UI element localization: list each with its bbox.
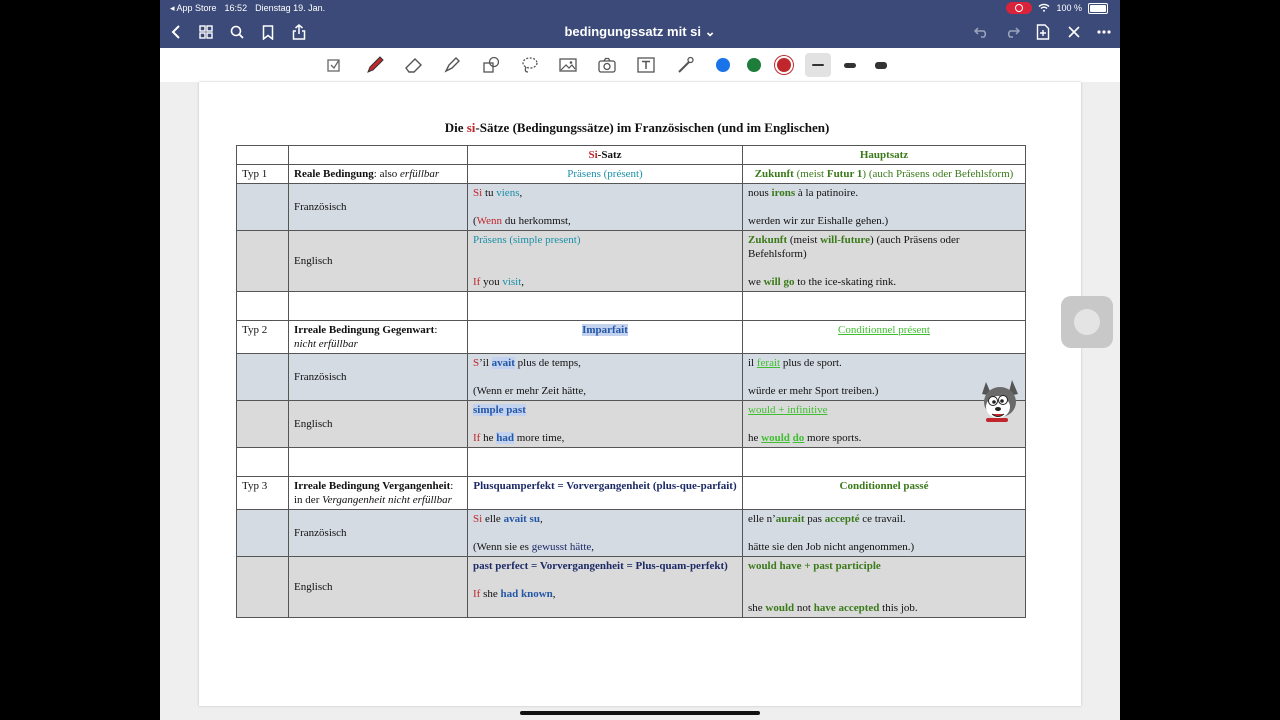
type-label: Typ 2 [236,320,289,354]
table-row: Typ 3 Irreale Bedingung Vergangenheit: i… [236,476,1026,510]
close-icon[interactable] [1064,22,1084,42]
table-row: Französisch S’il avait plus de temps, (We… [236,353,1026,401]
table-header-row: Si-Satz Hauptsatz [236,145,1026,165]
si-tense-cell: Plusquamperfekt = Vorvergangenheit (plus… [467,476,743,510]
si-tense-cell: Präsens (présent) [467,164,743,184]
status-date: Dienstag 19. Jan. [255,3,326,13]
main-tense-cell: Conditionnel présent [742,320,1026,354]
example-si-cell: past perfect = Vorvergangenheit = Plus-q… [467,556,743,618]
table-row: Typ 1 Reale Bedingung: also erfüllbar Pr… [236,164,1026,184]
shapes-icon[interactable] [479,54,503,76]
si-satz-header: Si-Satz [467,145,743,165]
language-label: Englisch [288,230,468,292]
lasso-icon[interactable] [518,54,542,76]
example-si-cell: S’il avait plus de temps, (Wenn er mehr Z… [467,353,743,401]
main-tense-cell: Zukunft (meist Futur 1) (auch Präsens od… [742,164,1026,184]
ipad-screen: ◂ App Store 16:52 Dienstag 19. Jan. 100 … [160,0,1120,720]
color-red-swatch[interactable] [777,58,791,72]
home-indicator[interactable] [520,711,760,715]
color-blue-swatch[interactable] [716,58,730,72]
language-label: Französisch [288,183,468,231]
table-row: Englisch simple past If he had more time,… [236,400,1026,448]
table-row: Französisch Si tu viens, (Wenn du herkomm… [236,183,1026,231]
text-box-icon[interactable] [634,54,658,76]
document-canvas[interactable]: Die si-Sätze (Bedingungssätze) im Franzö… [160,82,1120,720]
page-heading: Die si-Sätze (Bedingungssätze) im Franzö… [444,120,830,135]
language-label: Französisch [288,353,468,401]
nav-bar: bedingungssatz mit si ⌄ [160,16,1120,48]
example-main-cell: nous irons à la patinoire. werden wir zur… [742,183,1026,231]
example-si-cell: simple past If he had more time, [467,400,743,448]
si-tense-cell: Imparfait [467,320,743,354]
stroke-thin-button[interactable] [805,53,831,77]
main-tense-cell: Conditionnel passé [742,476,1026,510]
status-bar: ◂ App Store 16:52 Dienstag 19. Jan. 100 … [160,0,1120,16]
back-to-app-link[interactable]: ◂ App Store [170,3,217,14]
battery-percent: 100 % [1056,3,1082,13]
stroke-thick-button[interactable] [868,53,894,77]
highlighter-icon[interactable] [440,54,464,76]
read-only-icon[interactable] [322,54,346,76]
stroke-medium-button[interactable] [837,53,863,77]
drawing-toolbar [160,48,1120,83]
condition-cell: Irreale Bedingung Vergangenheit: in der … [288,476,468,510]
table-row: Französisch Si elle avait su, (Wenn sie e… [236,509,1026,557]
table-row: Englisch Präsens (simple present) If you … [236,230,1026,292]
example-main-cell: elle n’aurait pas accepté ce travail. hät… [742,509,1026,557]
document-page: Die si-Sätze (Bedingungssätze) im Franzö… [199,82,1081,706]
spacer-row [236,291,1026,321]
condition-cell: Reale Bedingung: also erfüllbar [288,164,468,184]
redo-icon[interactable] [1002,22,1022,42]
undo-icon[interactable] [972,22,992,42]
spacer-row [236,447,1026,477]
si-saetze-table: Si-Satz Hauptsatz Typ 1 Reale Bedingung:… [236,145,1026,618]
table-row: Englisch past perfect = Vorvergangenheit… [236,556,1026,618]
eraser-icon[interactable] [402,54,426,76]
type-label: Typ 1 [236,164,289,184]
example-si-cell: Si elle avait su, (Wenn sie es gewusst hä… [467,509,743,557]
dog-mascot-icon [982,380,1018,422]
example-main-cell: Zukunft (meist will-future) (auch Präsen… [742,230,1026,292]
language-label: Englisch [288,556,468,618]
language-label: Französisch [288,509,468,557]
example-main-cell: would have + past participle she would no… [742,556,1026,618]
language-label: Englisch [288,400,468,448]
add-page-icon[interactable] [1033,22,1053,42]
status-time: 16:52 [224,3,248,13]
pen-icon[interactable] [363,54,387,76]
example-si-cell: Präsens (simple present) If you visit, [467,230,743,292]
hauptsatz-header: Hauptsatz [742,145,1026,165]
color-green-swatch[interactable] [747,58,761,72]
wifi-icon [1038,3,1050,14]
condition-cell: Irreale Bedingung Gegenwart: nicht erfüll… [288,320,468,354]
screen-recording-icon[interactable] [1006,2,1033,14]
example-si-cell: Si tu viens, (Wenn du herkommst, [467,183,743,231]
more-icon[interactable] [1094,22,1114,42]
camera-icon[interactable] [595,54,619,76]
floating-scroll-button[interactable] [1061,296,1113,348]
laser-pointer-icon[interactable] [673,54,697,76]
table-row: Typ 2 Irreale Bedingung Gegenwart: nicht … [236,320,1026,354]
battery-icon [1088,2,1108,14]
type-label: Typ 3 [236,476,289,510]
image-icon[interactable] [556,54,580,76]
